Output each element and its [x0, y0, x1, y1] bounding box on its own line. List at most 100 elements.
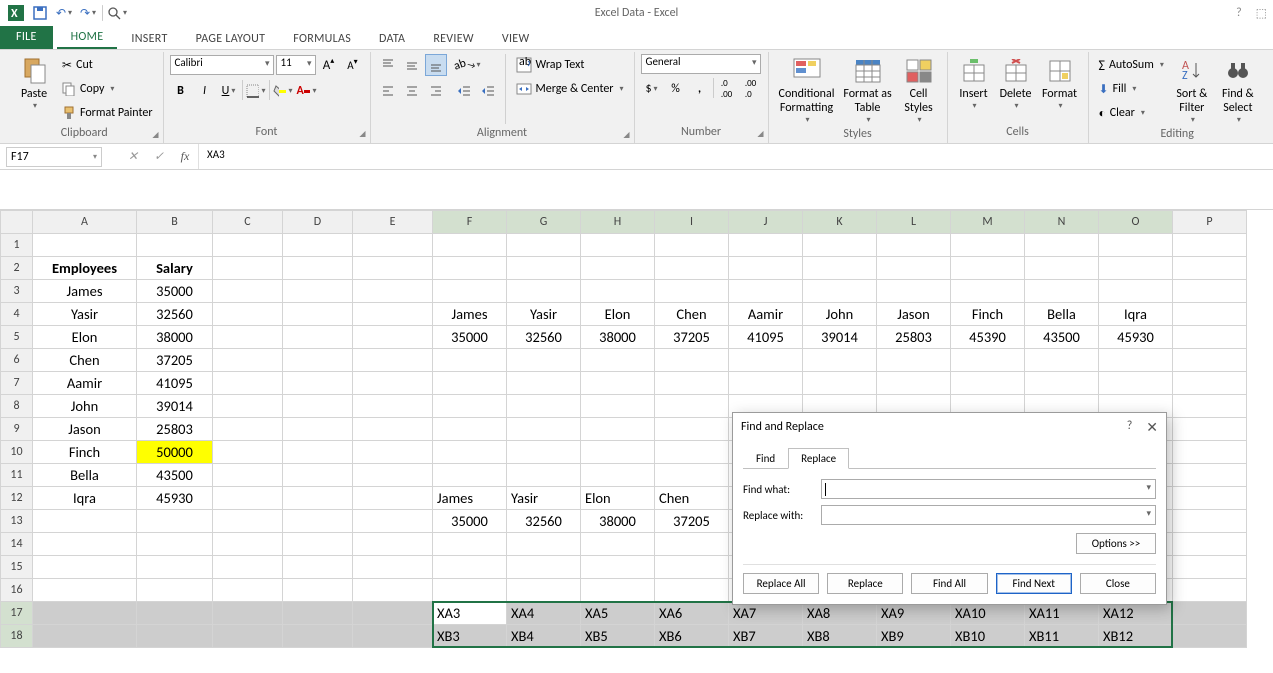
cell-A11[interactable]: Bella: [33, 464, 137, 487]
find-all-button[interactable]: Find All: [911, 573, 987, 594]
row-header-18[interactable]: 18: [1, 625, 33, 648]
cell-P15[interactable]: [1173, 556, 1247, 579]
cell-D16[interactable]: [283, 579, 353, 602]
cell-F12[interactable]: James: [433, 487, 507, 510]
cell-D13[interactable]: [283, 510, 353, 533]
cell-E4[interactable]: [353, 303, 433, 326]
cell-C1[interactable]: [213, 234, 283, 257]
cell-I3[interactable]: [655, 280, 729, 303]
cell-P12[interactable]: [1173, 487, 1247, 510]
cell-G13[interactable]: 32560: [507, 510, 581, 533]
font-color-button[interactable]: A▾: [296, 80, 318, 102]
cell-J1[interactable]: [729, 234, 803, 257]
cell-G12[interactable]: Yasir: [507, 487, 581, 510]
cell-B9[interactable]: 25803: [137, 418, 213, 441]
cell-I12[interactable]: Chen: [655, 487, 729, 510]
cell-I17[interactable]: XA6: [655, 602, 729, 625]
decrease-indent-button[interactable]: [453, 80, 475, 102]
find-what-input[interactable]: [821, 479, 1156, 499]
cell-B8[interactable]: 39014: [137, 395, 213, 418]
format-painter-button[interactable]: Format Painter: [58, 102, 157, 124]
cell-D6[interactable]: [283, 349, 353, 372]
cell-B5[interactable]: 38000: [137, 326, 213, 349]
row-header-12[interactable]: 12: [1, 487, 33, 510]
cell-C2[interactable]: [213, 257, 283, 280]
cell-A4[interactable]: Yasir: [33, 303, 137, 326]
cell-F17[interactable]: XA3: [433, 602, 507, 625]
cell-A1[interactable]: [33, 234, 137, 257]
format-as-table-button[interactable]: Format as Table▾: [841, 54, 895, 125]
cell-F9[interactable]: [433, 418, 507, 441]
cell-O2[interactable]: [1099, 257, 1173, 280]
merge-center-button[interactable]: Merge & Center▾: [512, 78, 628, 100]
cell-J3[interactable]: [729, 280, 803, 303]
row-header-14[interactable]: 14: [1, 533, 33, 556]
row-header-8[interactable]: 8: [1, 395, 33, 418]
row-header-2[interactable]: 2: [1, 257, 33, 280]
dialog-tab-replace[interactable]: Replace: [788, 448, 849, 469]
cell-A15[interactable]: [33, 556, 137, 579]
cell-D8[interactable]: [283, 395, 353, 418]
cell-B1[interactable]: [137, 234, 213, 257]
alignment-launcher[interactable]: ◢: [623, 130, 629, 140]
cell-C11[interactable]: [213, 464, 283, 487]
cell-A8[interactable]: John: [33, 395, 137, 418]
cell-C13[interactable]: [213, 510, 283, 533]
cell-M4[interactable]: Finch: [951, 303, 1025, 326]
formula-input[interactable]: XA3: [198, 144, 1273, 169]
options-button[interactable]: Options >>: [1076, 533, 1156, 554]
cell-L4[interactable]: Jason: [877, 303, 951, 326]
cell-I14[interactable]: [655, 533, 729, 556]
replace-button[interactable]: Replace: [827, 573, 903, 594]
cell-P9[interactable]: [1173, 418, 1247, 441]
cell-F7[interactable]: [433, 372, 507, 395]
cell-C8[interactable]: [213, 395, 283, 418]
cell-E17[interactable]: [353, 602, 433, 625]
cell-I9[interactable]: [655, 418, 729, 441]
cell-M6[interactable]: [951, 349, 1025, 372]
cell-I4[interactable]: Chen: [655, 303, 729, 326]
cell-A18[interactable]: [33, 625, 137, 648]
column-header-P[interactable]: P: [1173, 211, 1247, 234]
cell-P2[interactable]: [1173, 257, 1247, 280]
cell-I8[interactable]: [655, 395, 729, 418]
row-header-9[interactable]: 9: [1, 418, 33, 441]
cell-H15[interactable]: [581, 556, 655, 579]
paste-button[interactable]: Paste▾: [12, 54, 56, 111]
align-left-button[interactable]: [377, 80, 399, 102]
cell-G17[interactable]: XA4: [507, 602, 581, 625]
cell-P5[interactable]: [1173, 326, 1247, 349]
accounting-format-button[interactable]: $▾: [641, 78, 663, 100]
cell-H16[interactable]: [581, 579, 655, 602]
cell-L3[interactable]: [877, 280, 951, 303]
cell-E12[interactable]: [353, 487, 433, 510]
cell-C16[interactable]: [213, 579, 283, 602]
cell-I6[interactable]: [655, 349, 729, 372]
increase-indent-button[interactable]: [477, 80, 499, 102]
cell-N5[interactable]: 43500: [1025, 326, 1099, 349]
cell-L7[interactable]: [877, 372, 951, 395]
sort-filter-button[interactable]: AZSort & Filter▾: [1170, 54, 1214, 125]
cell-E13[interactable]: [353, 510, 433, 533]
cell-E18[interactable]: [353, 625, 433, 648]
select-all-cell[interactable]: [1, 211, 33, 234]
tab-home[interactable]: HOME: [57, 26, 118, 49]
row-header-5[interactable]: 5: [1, 326, 33, 349]
cell-O6[interactable]: [1099, 349, 1173, 372]
row-header-13[interactable]: 13: [1, 510, 33, 533]
save-button[interactable]: [30, 3, 50, 23]
cell-C18[interactable]: [213, 625, 283, 648]
cell-F8[interactable]: [433, 395, 507, 418]
print-preview-button[interactable]: ▾: [107, 3, 127, 23]
cell-F4[interactable]: James: [433, 303, 507, 326]
cell-D9[interactable]: [283, 418, 353, 441]
cell-B11[interactable]: 43500: [137, 464, 213, 487]
cell-I16[interactable]: [655, 579, 729, 602]
cell-D15[interactable]: [283, 556, 353, 579]
cell-H17[interactable]: XA5: [581, 602, 655, 625]
cell-D18[interactable]: [283, 625, 353, 648]
cell-O5[interactable]: 45930: [1099, 326, 1173, 349]
row-header-17[interactable]: 17: [1, 602, 33, 625]
cell-M7[interactable]: [951, 372, 1025, 395]
cell-M3[interactable]: [951, 280, 1025, 303]
